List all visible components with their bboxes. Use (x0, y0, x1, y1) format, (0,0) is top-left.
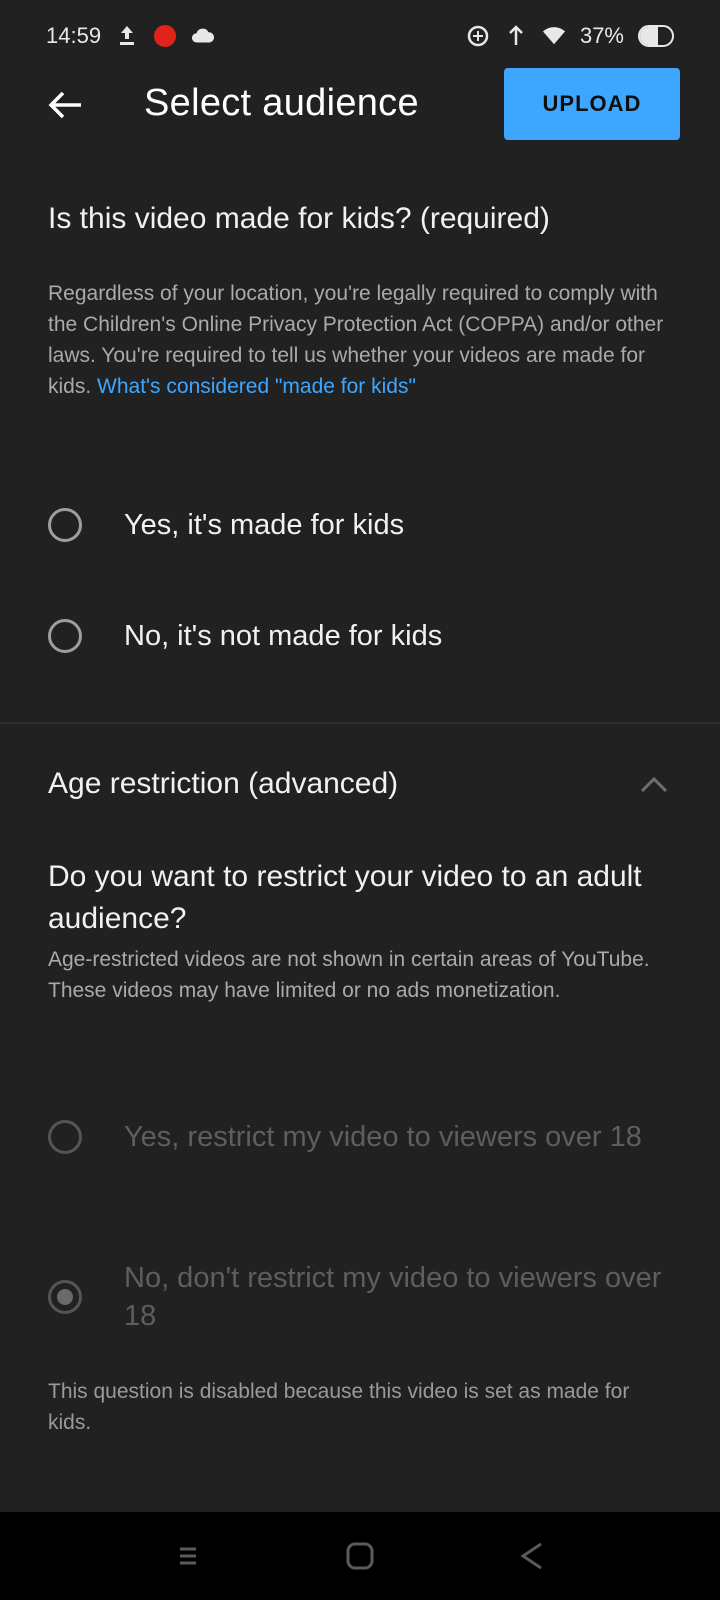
radio-no-restrict[interactable] (48, 1280, 82, 1314)
radio-no-kids[interactable] (48, 619, 82, 653)
status-left: 14:59 (46, 23, 215, 49)
age-restriction-header[interactable]: Age restriction (advanced) (48, 762, 672, 806)
radio-option-yes-restrict[interactable]: Yes, restrict my video to viewers over 1… (48, 1118, 672, 1156)
status-bar: 14:59 37% (0, 0, 720, 72)
made-for-kids-link[interactable]: What's considered "made for kids" (97, 375, 416, 398)
radio-label-yes-kids: Yes, it's made for kids (124, 509, 405, 541)
app-bar: Select audience UPLOAD (0, 66, 720, 142)
back-triangle-icon (520, 1542, 542, 1570)
signal-icon (504, 24, 528, 48)
data-saver-icon (466, 24, 490, 48)
radio-option-no-kids[interactable]: No, it's not made for kids (48, 617, 672, 655)
home-icon (346, 1542, 374, 1570)
upload-notification-icon (115, 24, 139, 48)
page-title: Select audience (144, 82, 419, 124)
recents-icon (180, 1547, 196, 1565)
radio-label-no-restrict: No, don't restrict my video to viewers o… (124, 1262, 662, 1332)
chevron-up-icon[interactable] (636, 766, 672, 802)
battery-percent: 37% (579, 23, 624, 48)
wifi-icon (542, 24, 566, 48)
radio-yes-restrict[interactable] (48, 1120, 82, 1154)
radio-label-no-kids: No, it's not made for kids (124, 620, 443, 652)
battery-icon (638, 25, 674, 47)
age-restriction-title: Age restriction (advanced) (48, 767, 399, 800)
cloud-icon (191, 24, 215, 48)
disabled-note: This question is disabled because this v… (48, 1380, 630, 1434)
recording-icon (153, 24, 177, 48)
upload-button[interactable]: UPLOAD (504, 68, 680, 140)
status-time: 14:59 (46, 23, 102, 48)
radio-option-yes-kids[interactable]: Yes, it's made for kids (48, 506, 672, 544)
recents-button[interactable] (166, 1534, 210, 1578)
radio-label-yes-restrict: Yes, restrict my video to viewers over 1… (124, 1121, 642, 1153)
section-divider (0, 722, 720, 724)
status-right: 37% (466, 23, 674, 49)
back-arrow-icon (48, 91, 81, 119)
select-audience-screen: 14:59 37% Select audience UPLOAD Is this… (0, 0, 720, 1600)
back-nav-button[interactable] (510, 1534, 554, 1578)
home-button[interactable] (338, 1534, 382, 1578)
kids-question-heading: Is this video made for kids? (required) (48, 202, 550, 235)
radio-yes-kids[interactable] (48, 508, 82, 542)
back-button[interactable] (40, 80, 90, 130)
coppa-description: Regardless of your location, you're lega… (48, 278, 672, 402)
radio-option-no-restrict[interactable]: No, don't restrict my video to viewers o… (48, 1259, 672, 1335)
age-restriction-description: Age-restricted videos are not shown in c… (48, 948, 650, 1002)
system-navigation-bar (0, 1512, 720, 1600)
adult-audience-question: Do you want to restrict your video to an… (48, 860, 642, 935)
